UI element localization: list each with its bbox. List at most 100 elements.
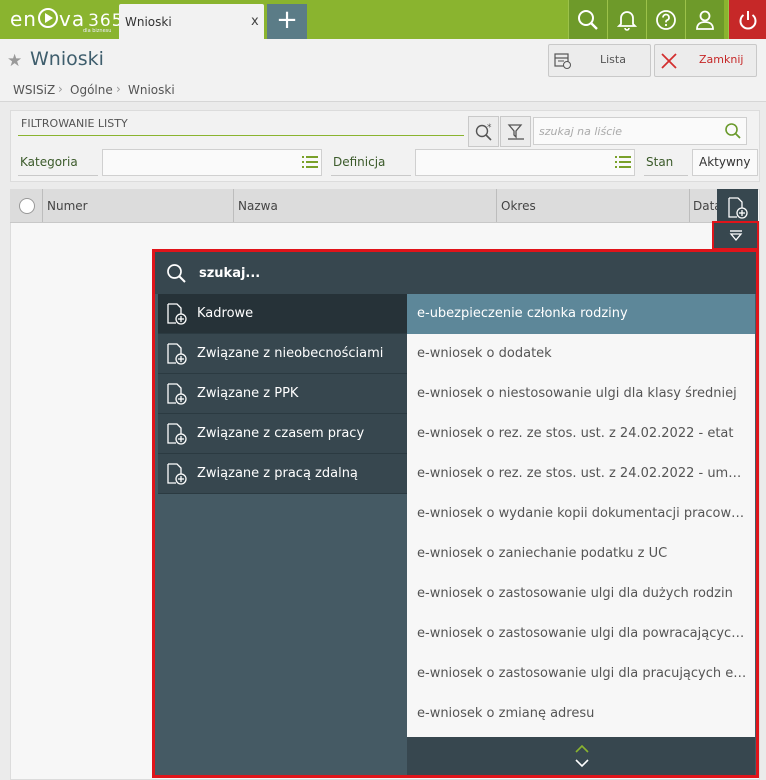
play-icon xyxy=(37,8,58,28)
list-item-label: e-wniosek o zastosowanie ulgi dla powrac… xyxy=(417,626,747,641)
category-item-absences[interactable]: Związane z nieobecnościami xyxy=(158,334,407,374)
power-icon[interactable] xyxy=(728,0,766,39)
category-field[interactable] xyxy=(102,149,322,176)
enova-logo[interactable]: en va 365 dla biznesu xyxy=(10,6,124,34)
scroll-arrows-icon[interactable] xyxy=(574,744,590,768)
list-item-label: e-wniosek o rez. ze stos. ust. z 24.02.2… xyxy=(417,466,747,481)
category-label: Kategoria xyxy=(20,155,78,169)
category-label-underline xyxy=(18,175,98,176)
category-item-label: Kadrowe xyxy=(197,306,254,321)
list-scroll-control[interactable] xyxy=(407,737,755,775)
list-item[interactable]: e-wniosek o niestosowanie ulgi dla klasy… xyxy=(407,374,755,414)
add-document-button[interactable] xyxy=(717,189,758,223)
select-all-checkbox[interactable] xyxy=(19,198,35,214)
list-view-icon xyxy=(554,53,571,69)
column-header-number[interactable]: Numer xyxy=(47,199,88,213)
breadcrumb-root[interactable]: WSISiZ xyxy=(13,83,55,97)
list-item[interactable]: e-wniosek o zastosowanie ulgi dla dużych… xyxy=(407,574,755,614)
list-item-label: e-wniosek o niestosowanie ulgi dla klasy… xyxy=(417,386,737,401)
list-item-label: e-ubezpieczenie członka rodziny xyxy=(417,306,628,321)
category-item-ppk[interactable]: Związane z PPK xyxy=(158,374,407,414)
list-item[interactable]: e-wniosek o rez. ze stos. ust. z 24.02.2… xyxy=(407,414,755,454)
list-item[interactable]: e-wniosek o dodatek xyxy=(407,334,755,374)
breadcrumb-separator-icon: › xyxy=(116,82,121,96)
new-document-icon xyxy=(167,303,187,325)
search-icon[interactable] xyxy=(568,0,607,39)
user-icon[interactable] xyxy=(685,0,724,39)
filter-settings-button[interactable] xyxy=(500,116,531,147)
list-item-label: e-wniosek o zastosowanie ulgi dla pracuj… xyxy=(417,666,747,681)
list-picker-icon[interactable] xyxy=(615,156,631,168)
dropdown-search-placeholder: szukaj... xyxy=(199,266,261,281)
close-button[interactable]: Zamknij xyxy=(654,44,757,77)
list-item[interactable]: e-wniosek o zaniechanie podatku z UC xyxy=(407,534,755,574)
status-field[interactable]: Aktywny xyxy=(692,149,758,176)
category-item-kadrowe[interactable]: Kadrowe xyxy=(158,294,407,334)
column-header-date[interactable]: Data xyxy=(693,199,717,213)
list-item-label: e-wniosek o zaniechanie podatku z UC xyxy=(417,546,668,561)
filter-title-underline xyxy=(18,135,464,136)
list-item-label: e-wniosek o zmianę adresu xyxy=(417,706,595,721)
list-item[interactable]: e-wniosek o zmianę adresu xyxy=(407,694,755,734)
favorite-star-icon[interactable]: ★ xyxy=(7,51,22,71)
status-label: Stan xyxy=(646,155,674,169)
new-tab-button[interactable]: + xyxy=(267,4,307,39)
definition-field[interactable] xyxy=(415,149,635,176)
category-item-remote-work[interactable]: Związane z pracą zdalną xyxy=(158,454,407,494)
breadcrumb-separator-icon: › xyxy=(58,82,63,96)
status-label-underline xyxy=(644,175,688,176)
column-separator xyxy=(42,189,43,222)
list-item-label: e-wniosek o rez. ze stos. ust. z 24.02.2… xyxy=(417,426,734,441)
definition-label: Definicja xyxy=(333,155,386,169)
list-search-input[interactable]: szukaj na liście xyxy=(533,117,747,145)
category-item-label: Związane z PPK xyxy=(197,386,299,401)
tab-wnioski[interactable]: Wnioski x xyxy=(119,4,264,39)
advanced-search-button[interactable]: * xyxy=(468,116,499,147)
filter-title: FILTROWANIE LISTY xyxy=(21,117,128,130)
header-divider xyxy=(0,101,766,102)
column-separator xyxy=(233,189,234,222)
help-icon[interactable] xyxy=(646,0,685,39)
filter-icon xyxy=(507,124,524,140)
column-header-name[interactable]: Nazwa xyxy=(238,199,278,213)
dropdown-search-input[interactable]: szukaj... xyxy=(155,252,756,294)
column-separator xyxy=(689,189,690,222)
list-button[interactable]: Lista xyxy=(548,44,651,77)
caret-down-icon xyxy=(729,230,743,242)
list-item[interactable]: e-wniosek o rez. ze stos. ust. z 24.02.2… xyxy=(407,454,755,494)
svg-text:*: * xyxy=(487,123,492,133)
close-button-label: Zamknij xyxy=(699,53,744,66)
status-value: Aktywny xyxy=(699,155,751,169)
category-item-label: Związane z nieobecnościami xyxy=(197,346,384,361)
list-button-label: Lista xyxy=(600,53,626,66)
category-item-working-time[interactable]: Związane z czasem pracy xyxy=(158,414,407,454)
category-item-label: Związane z czasem pracy xyxy=(197,426,365,441)
definition-label-underline xyxy=(331,175,411,176)
breadcrumb-current: Wnioski xyxy=(128,83,175,97)
list-item[interactable]: e-wniosek o zastosowanie ulgi dla pracuj… xyxy=(407,654,755,694)
search-icon xyxy=(167,264,186,283)
breadcrumb-general[interactable]: Ogólne xyxy=(70,83,113,97)
new-document-icon xyxy=(728,197,748,219)
page-header xyxy=(0,39,766,101)
list-search-placeholder: szukaj na liście xyxy=(539,125,623,138)
bell-icon[interactable] xyxy=(607,0,646,39)
new-document-icon xyxy=(167,343,187,365)
logo-subtitle: dla biznesu xyxy=(83,28,112,34)
new-document-icon xyxy=(167,423,187,445)
list-picker-icon[interactable] xyxy=(302,156,318,168)
close-icon xyxy=(661,53,677,69)
search-icon[interactable] xyxy=(724,122,742,140)
list-item-label: e-wniosek o zastosowanie ulgi dla dużych… xyxy=(417,586,733,601)
document-type-list: e-ubezpieczenie członka rodziny e-wniose… xyxy=(407,294,755,737)
list-item[interactable]: e-ubezpieczenie członka rodziny xyxy=(407,294,755,334)
new-document-icon xyxy=(167,383,187,405)
list-item-label: e-wniosek o dodatek xyxy=(417,346,552,361)
list-item[interactable]: e-wniosek o wydanie kopii dokumentacji p… xyxy=(407,494,755,534)
add-dropdown-toggle[interactable] xyxy=(712,221,759,250)
page-title: Wnioski xyxy=(30,48,104,70)
column-header-period[interactable]: Okres xyxy=(501,199,536,213)
list-item[interactable]: e-wniosek o zastosowanie ulgi dla powrac… xyxy=(407,614,755,654)
tab-close-button[interactable]: x xyxy=(251,14,259,29)
new-document-icon xyxy=(167,463,187,485)
